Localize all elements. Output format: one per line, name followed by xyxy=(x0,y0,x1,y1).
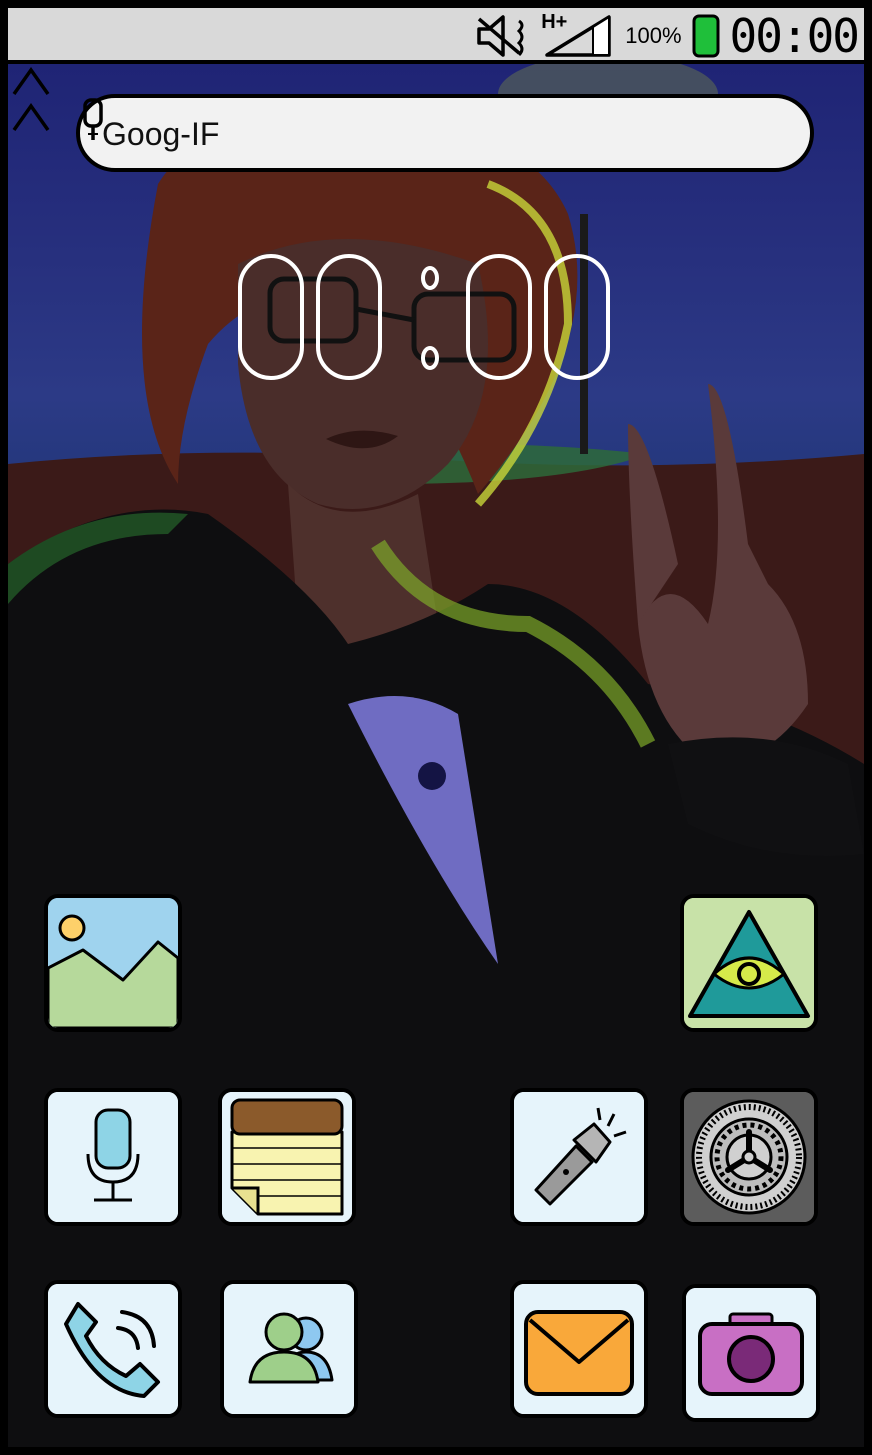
battery-icon xyxy=(692,14,720,58)
status-time: 00:00 xyxy=(729,9,860,63)
search-bar[interactable]: Goog-IF xyxy=(76,94,814,172)
microphone-icon xyxy=(48,1092,178,1222)
microphone-icon[interactable] xyxy=(80,98,106,142)
notepad-icon xyxy=(222,1092,352,1222)
flashlight-app[interactable] xyxy=(510,1088,648,1226)
status-bar: H+ 100% 00:00 xyxy=(8,8,864,64)
battery-percent: 100% xyxy=(625,23,682,48)
camera-icon xyxy=(686,1288,816,1418)
signal-icon xyxy=(545,15,611,57)
gallery-app[interactable] xyxy=(44,894,182,1032)
camera-app[interactable] xyxy=(682,1284,820,1422)
gear-icon xyxy=(684,1092,814,1222)
notes-app[interactable] xyxy=(218,1088,356,1226)
contacts-icon xyxy=(224,1284,354,1414)
settings-app[interactable] xyxy=(680,1088,818,1226)
mail-app[interactable] xyxy=(510,1280,648,1418)
phone-icon xyxy=(48,1284,178,1414)
envelope-icon xyxy=(514,1284,644,1414)
image-icon xyxy=(48,898,178,1028)
clock-widget[interactable]: 00 00 xyxy=(234,250,614,384)
mute-icon xyxy=(477,15,524,57)
clock-digits xyxy=(238,254,610,380)
flashlight-icon xyxy=(514,1092,644,1222)
eye-app[interactable] xyxy=(680,894,818,1032)
phone-screen: H+ 100% 00:00 Goog-IF xyxy=(0,0,872,1455)
eye-pyramid-icon xyxy=(684,898,814,1028)
chevron-up-icon[interactable] xyxy=(8,64,54,140)
contacts-app[interactable] xyxy=(220,1280,358,1418)
wallpaper: Goog-IF 00 00 xyxy=(8,64,864,1447)
search-label: Goog-IF xyxy=(102,116,220,152)
phone-app[interactable] xyxy=(44,1280,182,1418)
network-indicator: H+ xyxy=(541,11,615,59)
voice-recorder-app[interactable] xyxy=(44,1088,182,1226)
status-icons: H+ 100% 00:00 xyxy=(475,9,860,63)
